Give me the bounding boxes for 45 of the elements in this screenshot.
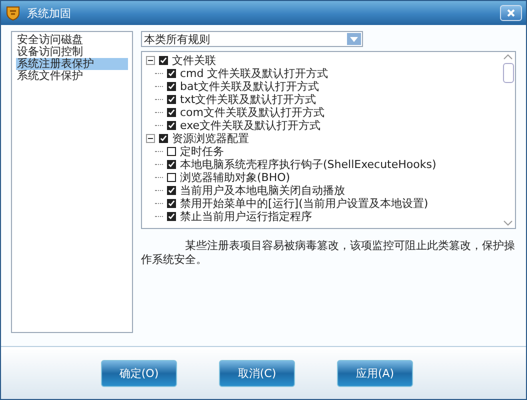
checkbox[interactable] [167,212,176,221]
rule-group-label: 文件关联 [172,53,216,68]
rule-label: bat文件关联及默认打开方式 [180,79,320,94]
checkbox[interactable] [167,199,176,208]
checkbox[interactable] [167,121,176,130]
rule-label: 浏览器辅助对象(BHO) [180,170,290,184]
rule-group-label: 资源浏览器配置 [172,131,249,146]
category-item[interactable]: 设备访问控制 [16,46,128,58]
scroll-down-icon[interactable] [503,220,513,226]
collapse-icon[interactable] [146,134,155,143]
category-item[interactable]: 安全访问磁盘 [16,34,128,46]
checkbox[interactable] [167,69,176,78]
close-button[interactable] [500,5,522,21]
scrollbar[interactable] [501,52,515,228]
collapse-icon[interactable] [146,56,155,65]
rule-label: 本地电脑系统壳程序执行钩子(ShellExecuteHooks) [180,157,436,172]
close-icon [506,8,516,18]
rule-label: exe文件关联及默认打开方式 [180,118,321,132]
checkbox[interactable] [167,108,176,117]
rule-label: com文件关联及默认打开方式 [180,105,324,120]
checkbox[interactable] [159,134,168,143]
checkbox[interactable] [167,160,176,169]
category-item[interactable]: 系统文件保护 [16,70,128,82]
category-item[interactable]: 系统注册表保护 [16,58,128,70]
rule-label: cmd 文件关联及默认打开方式 [180,66,328,80]
description-text: 某些注册表项目容易被病毒篡改，该项监控可阻止此类篡改，保护操作系统安全。 [141,239,516,267]
checkbox[interactable] [159,56,168,65]
rule-filter-dropdown[interactable]: 本类所有规则 [141,31,363,47]
rule-label: 禁止当前用户运行指定程序 [180,209,312,224]
rule-label: 定时任务 [180,144,224,158]
dialog-button[interactable]: 应用(A) [337,360,413,386]
dialog-button[interactable]: 取消(C) [219,360,295,386]
rule-label: txt文件关联及默认打开方式 [180,92,316,106]
dialog-button[interactable]: 确定(O) [101,360,177,386]
rule-label: 当前用户及本地电脑关闭自动播放 [180,183,345,198]
rule-label: 禁用开始菜单中的[运行](当前用户设置及本地设置) [180,196,428,210]
checkbox[interactable] [167,95,176,104]
window-title: 系统加固 [27,6,72,20]
shield-icon [5,5,21,21]
checkbox[interactable] [167,173,176,182]
checkbox[interactable] [167,186,176,195]
checkbox[interactable] [167,147,176,156]
scroll-up-icon[interactable] [503,54,513,60]
checkbox[interactable] [167,82,176,91]
scrollbar-thumb[interactable] [502,63,514,83]
